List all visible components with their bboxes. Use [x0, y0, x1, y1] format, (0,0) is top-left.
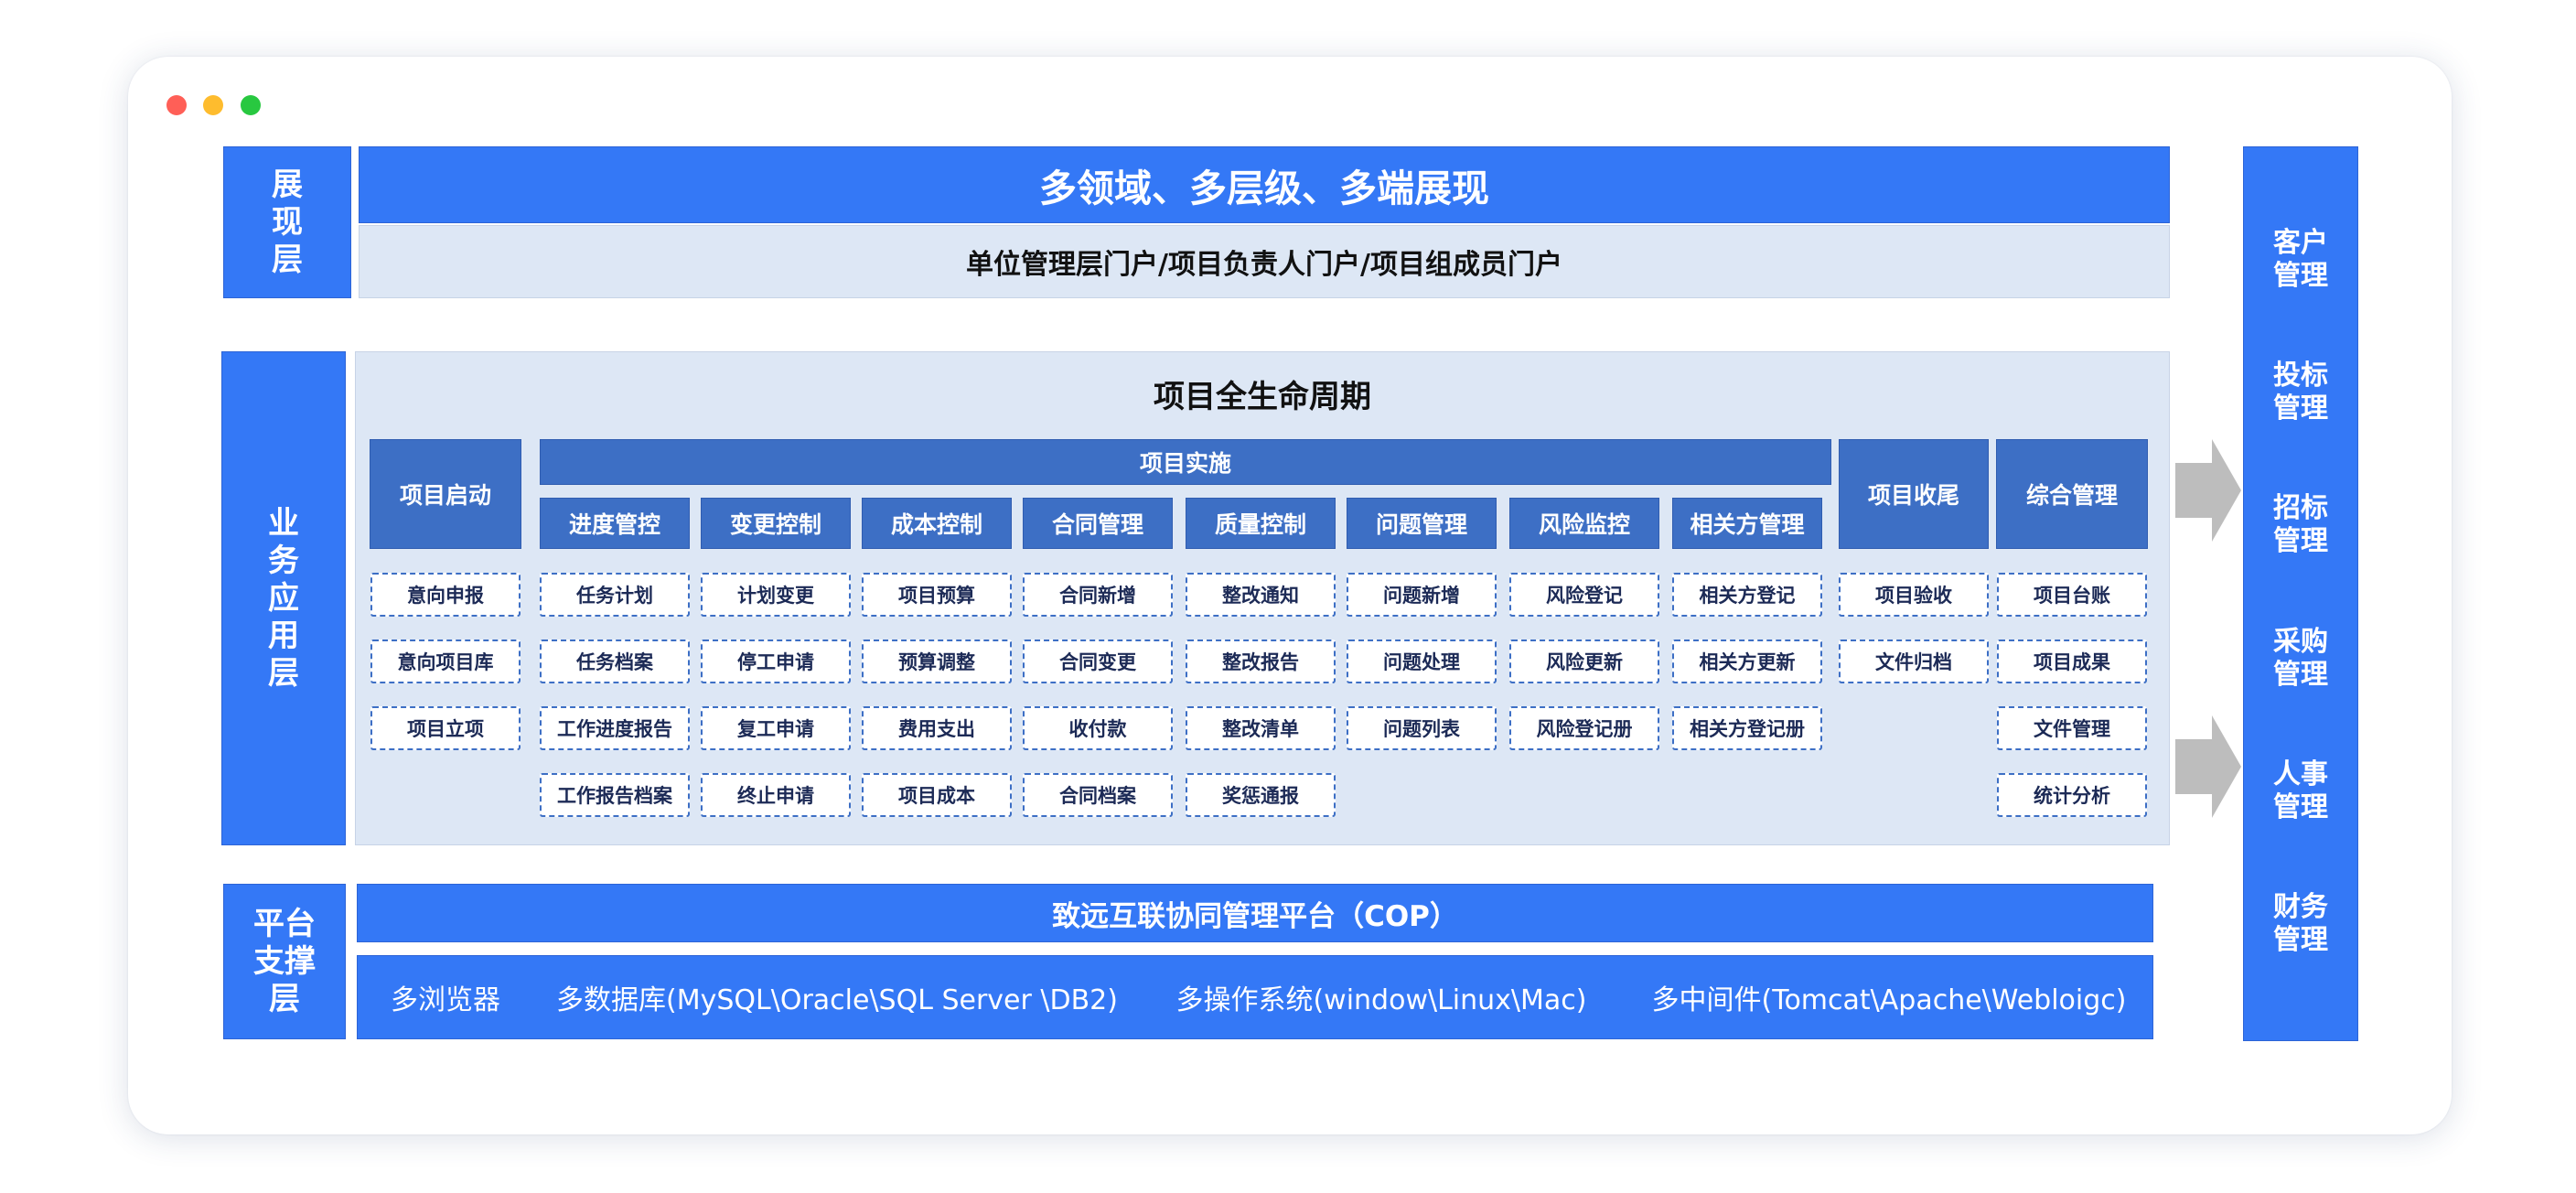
cop-platform-title: 致远互联协同管理平台（COP） [357, 884, 2153, 942]
column-header: 综合管理 [1996, 439, 2148, 549]
module-item[interactable]: 问题新增 [1347, 573, 1497, 617]
module-item[interactable]: 项目预算 [862, 573, 1012, 617]
module-item[interactable]: 任务计划 [540, 573, 690, 617]
presentation-title: 多领域、多层级、多端展现 [359, 146, 2170, 223]
module-item[interactable]: 问题处理 [1347, 639, 1497, 683]
presentation-subtitle: 单位管理层门户/项目负责人门户/项目组成员门户 [359, 225, 2170, 298]
business-layer-label: 业务应用层 [221, 351, 346, 845]
column-header: 问题管理 [1347, 498, 1497, 549]
module-item[interactable]: 合同变更 [1023, 639, 1173, 683]
module-item[interactable]: 任务档案 [540, 639, 690, 683]
management-module[interactable]: 采购 管理 [2243, 622, 2358, 695]
window-maximize-dot[interactable] [241, 95, 261, 115]
management-module[interactable]: 客户 管理 [2243, 223, 2358, 296]
column-header: 进度管控 [540, 498, 690, 549]
column-header: 项目收尾 [1839, 439, 1989, 549]
module-item[interactable]: 相关方更新 [1672, 639, 1822, 683]
module-item[interactable]: 费用支出 [862, 706, 1012, 750]
presentation-layer-label: 展现层 [223, 146, 351, 298]
management-module[interactable]: 人事 管理 [2243, 755, 2358, 828]
module-item[interactable]: 项目立项 [370, 706, 521, 750]
module-item[interactable]: 工作报告档案 [540, 773, 690, 817]
management-module[interactable]: 财务 管理 [2243, 887, 2358, 961]
module-item[interactable]: 项目成果 [1997, 639, 2147, 683]
column-header: 成本控制 [862, 498, 1012, 549]
module-item[interactable]: 终止申请 [701, 773, 851, 817]
implementation-header: 项目实施 [540, 439, 1831, 485]
column-header: 合同管理 [1023, 498, 1173, 549]
arrow-right-icon [2175, 439, 2241, 542]
column-header: 相关方管理 [1672, 498, 1822, 549]
module-item[interactable]: 相关方登记册 [1672, 706, 1822, 750]
module-item[interactable]: 项目台账 [1997, 573, 2147, 617]
module-item[interactable]: 合同新增 [1023, 573, 1173, 617]
module-item[interactable]: 复工申请 [701, 706, 851, 750]
module-item[interactable]: 停工申请 [701, 639, 851, 683]
column-header: 项目启动 [370, 439, 521, 549]
module-item[interactable]: 风险更新 [1509, 639, 1659, 683]
module-item[interactable]: 工作进度报告 [540, 706, 690, 750]
module-item[interactable]: 奖惩通报 [1186, 773, 1336, 817]
module-item[interactable]: 问题列表 [1347, 706, 1497, 750]
module-item[interactable]: 整改通知 [1186, 573, 1336, 617]
window-minimize-dot[interactable] [203, 95, 223, 115]
module-item[interactable]: 项目验收 [1839, 573, 1989, 617]
window-close-dot[interactable] [166, 95, 187, 115]
module-item[interactable]: 项目成本 [862, 773, 1012, 817]
module-item[interactable]: 风险登记 [1509, 573, 1659, 617]
platform-tech-item: 多数据库(MySQL\Oracle\SQL Server \DB2) [556, 984, 1118, 1016]
module-item[interactable]: 整改报告 [1186, 639, 1336, 683]
module-item[interactable]: 意向申报 [370, 573, 521, 617]
module-item[interactable]: 统计分析 [1997, 773, 2147, 817]
arrow-right-icon [2175, 715, 2241, 818]
platform-tech-item: 多操作系统(window\Linux\Mac) [1175, 984, 1587, 1016]
module-item[interactable]: 合同档案 [1023, 773, 1173, 817]
column-header: 质量控制 [1186, 498, 1336, 549]
module-item[interactable]: 整改清单 [1186, 706, 1336, 750]
platform-layer-label: 平台 支撑层 [223, 884, 346, 1039]
module-item[interactable]: 预算调整 [862, 639, 1012, 683]
module-item[interactable]: 文件管理 [1997, 706, 2147, 750]
module-item[interactable]: 收付款 [1023, 706, 1173, 750]
management-module[interactable]: 招标 管理 [2243, 489, 2358, 562]
management-module[interactable]: 投标 管理 [2243, 356, 2358, 429]
platform-tech-item: 多浏览器 [391, 984, 500, 1016]
platform-tech-item: 多中间件(Tomcat\Apache\Webloigc) [1651, 984, 2127, 1016]
column-header: 变更控制 [701, 498, 851, 549]
module-item[interactable]: 文件归档 [1839, 639, 1989, 683]
column-header: 风险监控 [1509, 498, 1659, 549]
module-item[interactable]: 相关方登记 [1672, 573, 1822, 617]
module-item[interactable]: 风险登记册 [1509, 706, 1659, 750]
lifecycle-title: 项目全生命周期 [1154, 378, 1371, 415]
module-item[interactable]: 计划变更 [701, 573, 851, 617]
module-item[interactable]: 意向项目库 [370, 639, 521, 683]
